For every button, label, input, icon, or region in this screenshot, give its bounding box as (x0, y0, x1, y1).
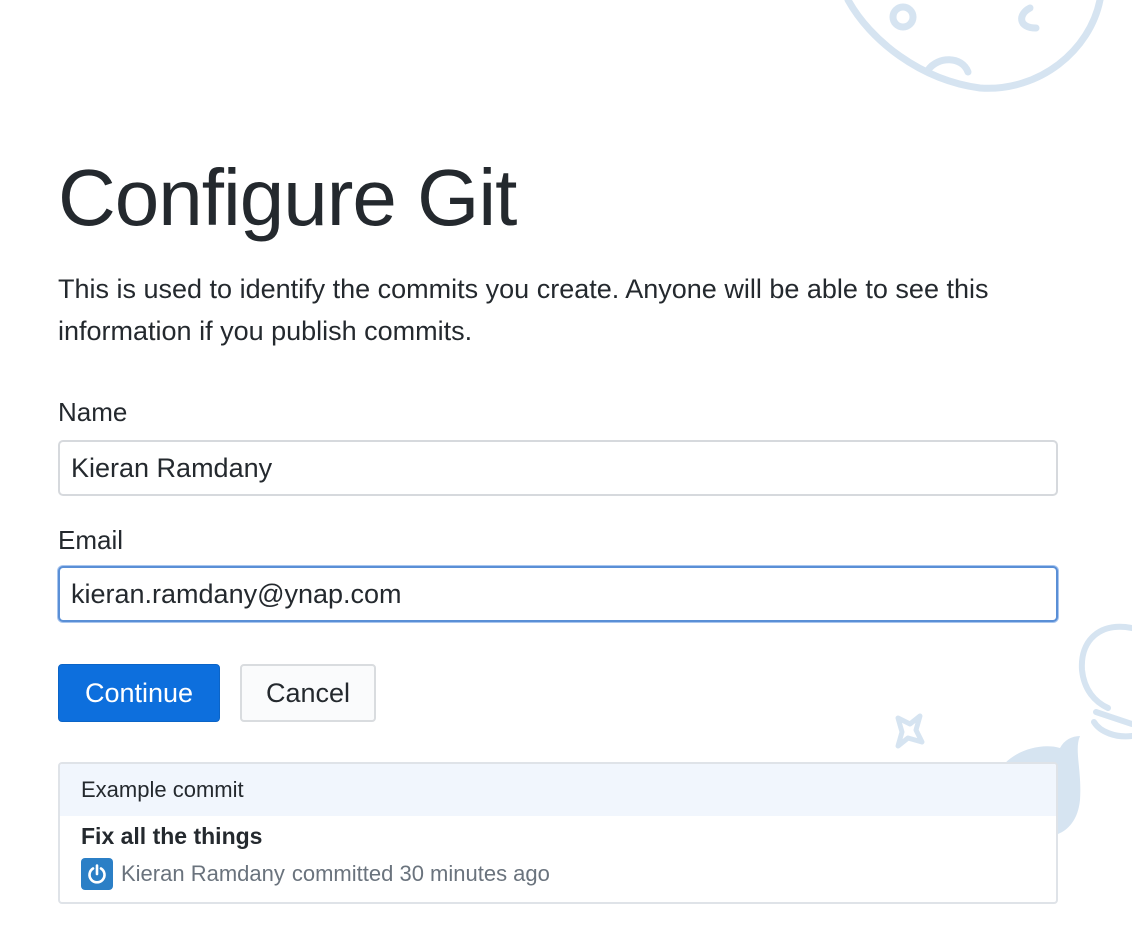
power-icon (88, 864, 106, 884)
main-content: Configure Git This is used to identify t… (58, 150, 1058, 904)
commit-time: committed 30 minutes ago (291, 861, 550, 886)
continue-button[interactable]: Continue (58, 664, 220, 722)
commit-summary: Fix all the things (81, 823, 263, 849)
commit-author: Kieran Ramdany (121, 861, 285, 886)
email-input[interactable] (58, 566, 1058, 622)
name-label: Name (58, 397, 128, 427)
configure-git-page: Configure Git This is used to identify t… (0, 0, 1132, 948)
planet-icon (844, 0, 1104, 92)
page-description: This is used to identify the commits you… (58, 274, 989, 346)
avatar (81, 858, 113, 890)
name-input[interactable] (58, 440, 1058, 496)
example-commit-header: Example commit (60, 764, 1056, 816)
email-label: Email (58, 525, 124, 555)
rocket-icon (1078, 623, 1132, 740)
cancel-button[interactable]: Cancel (240, 664, 376, 722)
page-title: Configure Git (58, 153, 517, 242)
example-commit-body: Fix all the things Kieran Ramdany commit… (60, 818, 1056, 890)
button-row: Continue Cancel (58, 664, 376, 722)
example-commit-panel: Example commit Fix all the things Kieran… (58, 762, 1058, 904)
sparkle-icon (895, 713, 925, 749)
commit-meta: Kieran Ramdany committed 30 minutes ago (81, 858, 1056, 890)
